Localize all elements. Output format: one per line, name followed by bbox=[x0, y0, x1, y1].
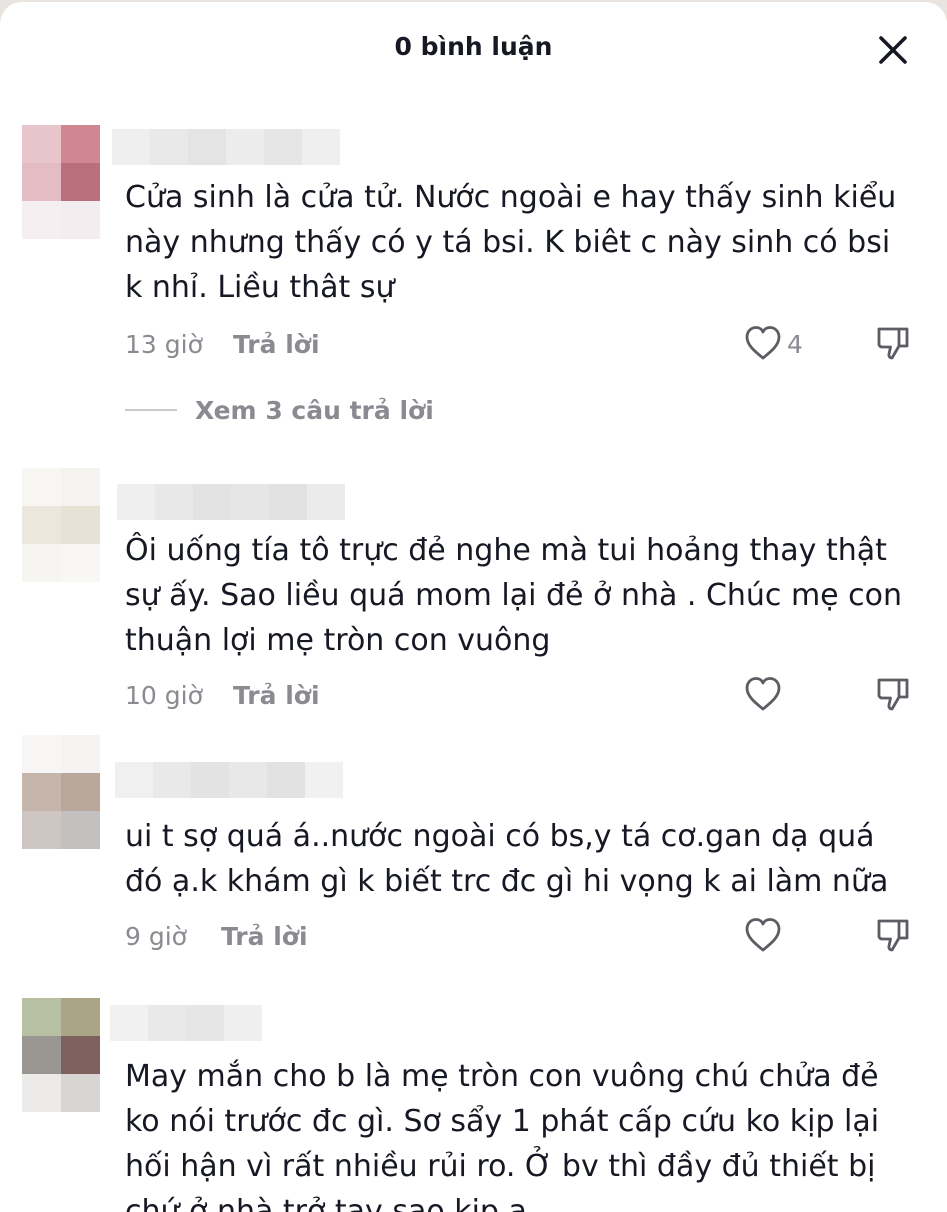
comment-text: May mắn cho b là mẹ tròn con vuông chú c… bbox=[125, 1059, 880, 1212]
heart-icon[interactable] bbox=[743, 916, 783, 954]
avatar[interactable] bbox=[22, 998, 100, 1112]
comment-text: ui t sợ quá á..nước ngoài có bs,y tá cơ.… bbox=[125, 819, 889, 899]
comment-actions: 9 giờ Trả lời bbox=[125, 916, 925, 956]
avatar[interactable] bbox=[22, 468, 100, 582]
comment-timestamp: 9 giờ bbox=[125, 922, 187, 951]
view-replies-label: Xem 3 câu trả lời bbox=[195, 395, 434, 425]
reply-button[interactable]: Trả lời bbox=[233, 330, 320, 359]
username-blurred[interactable] bbox=[117, 484, 345, 520]
comment-timestamp: 10 giờ bbox=[125, 681, 203, 710]
close-button[interactable] bbox=[872, 29, 914, 71]
thumbs-down-icon[interactable] bbox=[875, 916, 911, 954]
reply-button[interactable]: Trả lời bbox=[233, 681, 320, 710]
like-count: 4 bbox=[787, 330, 803, 359]
view-replies-button[interactable]: Xem 3 câu trả lời bbox=[125, 394, 434, 426]
heart-icon[interactable] bbox=[743, 324, 783, 362]
comment-text: Cửa sinh là cửa tử. Nước ngoài e hay thấ… bbox=[125, 180, 897, 305]
comment-text: Ôi uống tía tô trực đẻ nghe mà tui hoảng… bbox=[125, 533, 903, 658]
close-icon bbox=[879, 36, 907, 64]
avatar[interactable] bbox=[22, 735, 100, 849]
heart-icon[interactable] bbox=[743, 675, 783, 713]
comment-timestamp: 13 giờ bbox=[125, 330, 203, 359]
avatar[interactable] bbox=[22, 125, 100, 239]
replies-divider bbox=[125, 409, 177, 411]
username-blurred[interactable] bbox=[110, 1005, 262, 1041]
username-blurred[interactable] bbox=[112, 129, 340, 165]
comment-count-title: 0 bình luận bbox=[394, 32, 553, 61]
thumbs-down-icon[interactable] bbox=[875, 675, 911, 713]
reply-button[interactable]: Trả lời bbox=[221, 922, 308, 951]
comment-actions: 10 giờ Trả lời bbox=[125, 675, 925, 715]
comments-sheet: 0 bình luận Cửa sinh là cửa tử. Nước ngo… bbox=[0, 2, 947, 1212]
thumbs-down-icon[interactable] bbox=[875, 324, 911, 362]
comment-actions: 13 giờ Trả lời 4 bbox=[125, 324, 925, 364]
username-blurred[interactable] bbox=[115, 762, 343, 798]
